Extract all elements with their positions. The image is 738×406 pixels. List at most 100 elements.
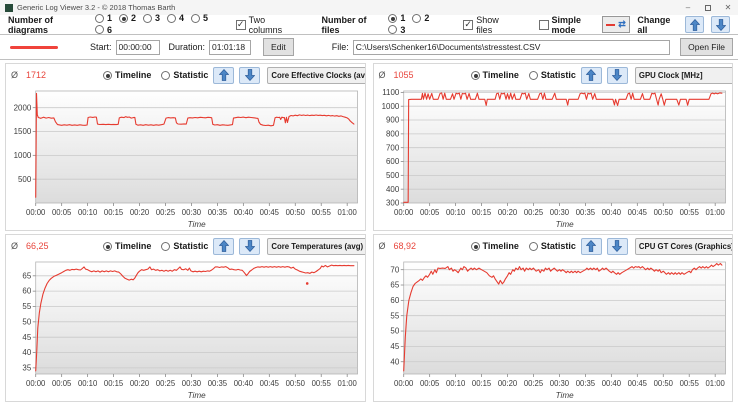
y-tick-label: 50 <box>22 317 31 326</box>
radio-icon <box>167 14 176 23</box>
metric-down-button[interactable] <box>239 238 260 255</box>
timeline-radio[interactable]: Timeline <box>471 241 519 251</box>
start-input[interactable] <box>116 40 160 55</box>
show-files-checkbox[interactable]: ✓Show files <box>463 15 512 35</box>
statistic-radio[interactable]: Statistic <box>529 241 576 251</box>
metric-dropdown[interactable]: Core Effective Clocks (avg) [MHz]▾ <box>267 67 365 84</box>
y-tick-label: 60 <box>390 296 399 305</box>
simple-mode-checkbox[interactable]: Simple mode <box>539 15 602 35</box>
close-button[interactable]: ✕ <box>718 0 738 15</box>
radio-option-1[interactable]: 1 <box>388 13 405 23</box>
maximize-icon <box>705 5 711 11</box>
arrow-up-icon <box>586 69 596 81</box>
statistic-radio[interactable]: Statistic <box>161 241 208 251</box>
radio-option-2[interactable]: 2 <box>119 13 136 23</box>
statistic-radio[interactable]: Statistic <box>529 70 576 80</box>
x-tick-label: 00:25 <box>523 379 542 388</box>
radio-option-2[interactable]: 2 <box>412 13 429 23</box>
radio-icon <box>191 14 200 23</box>
x-axis-title: Time <box>555 391 573 400</box>
x-tick-label: 00:45 <box>260 208 279 217</box>
files-label: Number of files <box>322 15 382 35</box>
x-tick-label: 00:35 <box>208 379 227 388</box>
timeline-radio[interactable]: Timeline <box>471 70 519 80</box>
x-tick-label: 00:40 <box>234 208 253 217</box>
metric-up-button[interactable] <box>213 238 234 255</box>
average-readout: Ø68,92 <box>379 241 471 251</box>
x-axis-title: Time <box>188 391 206 400</box>
x-tick-label: 00:55 <box>679 208 698 217</box>
change-all-down-button[interactable] <box>711 16 730 33</box>
minimize-button[interactable]: – <box>678 0 698 15</box>
radio-label: 3 <box>155 13 160 23</box>
file-path-input[interactable] <box>353 40 670 55</box>
y-tick-label: 1000 <box>381 102 399 111</box>
radio-option-1[interactable]: 1 <box>95 13 112 23</box>
panel-header: Ø68,92 Timeline Statistic CPU GT Cores (… <box>374 235 733 257</box>
radio-icon <box>95 25 104 34</box>
radio-option-6[interactable]: 6 <box>95 25 112 35</box>
radio-option-4[interactable]: 4 <box>167 13 184 23</box>
x-tick-label: 00:00 <box>26 379 45 388</box>
toolbar: Number of diagrams 123456 ✓Two columns N… <box>0 15 738 35</box>
timeline-radio[interactable]: Timeline <box>103 70 151 80</box>
y-tick-label: 2000 <box>14 103 32 112</box>
radio-icon <box>161 242 170 251</box>
statistic-radio[interactable]: Statistic <box>161 70 208 80</box>
radio-option-3[interactable]: 3 <box>143 13 160 23</box>
plot-area <box>36 262 358 374</box>
x-tick-label: 00:10 <box>445 208 464 217</box>
app-icon <box>5 4 13 12</box>
diagrams-label: Number of diagrams <box>8 15 88 35</box>
radio-option-3[interactable]: 3 <box>388 25 405 35</box>
metric-down-button[interactable] <box>239 67 260 84</box>
x-tick-label: 00:20 <box>130 208 149 217</box>
arrow-up-icon <box>586 240 596 252</box>
two-columns-checkbox[interactable]: ✓Two columns <box>236 15 296 35</box>
maximize-button[interactable] <box>698 0 718 15</box>
x-tick-label: 00:30 <box>549 379 568 388</box>
x-tick-label: 00:45 <box>627 379 646 388</box>
x-axis-title: Time <box>188 220 206 229</box>
metric-down-button[interactable] <box>607 67 628 84</box>
timeline-radio-label: Timeline <box>483 241 519 251</box>
metric-dropdown[interactable]: CPU GT Cores (Graphics) [°C]▾ <box>635 238 733 255</box>
metric-dropdown[interactable]: Core Temperatures (avg) [°C]▾ <box>267 238 365 255</box>
metric-up-button[interactable] <box>213 67 234 84</box>
checkbox-icon <box>539 20 549 30</box>
file-label: File: <box>332 42 349 52</box>
x-tick-label: 00:40 <box>601 208 620 217</box>
y-tick-label: 400 <box>386 185 400 194</box>
duration-input[interactable] <box>209 40 251 55</box>
x-tick-label: 00:25 <box>156 208 175 217</box>
edit-button[interactable]: Edit <box>263 38 294 56</box>
x-tick-label: 00:45 <box>627 208 646 217</box>
x-tick-label: 00:30 <box>549 208 568 217</box>
timeline-radio-label: Timeline <box>115 70 151 80</box>
radio-icon <box>471 242 480 251</box>
metric-up-button[interactable] <box>581 67 602 84</box>
radio-icon <box>119 14 128 23</box>
red-dash-icon <box>606 24 615 26</box>
metric-dropdown[interactable]: GPU Clock [MHz]▾ <box>635 67 733 84</box>
arrow-down-icon <box>245 69 255 81</box>
metric-down-button[interactable] <box>607 238 628 255</box>
change-all-up-button[interactable] <box>685 16 704 33</box>
arrow-down-icon <box>245 240 255 252</box>
open-file-button[interactable]: Open File <box>680 38 733 56</box>
arrow-down-icon <box>612 69 622 81</box>
chart-gpu-clock: 3004005006007008009001000110000:0000:050… <box>374 86 733 230</box>
radio-option-5[interactable]: 5 <box>191 13 208 23</box>
arrow-up-icon <box>219 69 229 81</box>
y-tick-label: 55 <box>22 302 31 311</box>
y-tick-label: 40 <box>22 348 31 357</box>
x-tick-label: 00:10 <box>78 208 97 217</box>
radio-icon <box>95 14 104 23</box>
metric-up-button[interactable] <box>581 238 602 255</box>
reset-sync-button[interactable]: ⇄ <box>602 16 631 33</box>
timeline-radio[interactable]: Timeline <box>103 241 151 251</box>
panel-header: Ø1712 Timeline Statistic Core Effective … <box>6 64 365 86</box>
radio-label: 4 <box>179 13 184 23</box>
x-tick-label: 00:25 <box>523 208 542 217</box>
y-tick-label: 35 <box>22 363 31 372</box>
